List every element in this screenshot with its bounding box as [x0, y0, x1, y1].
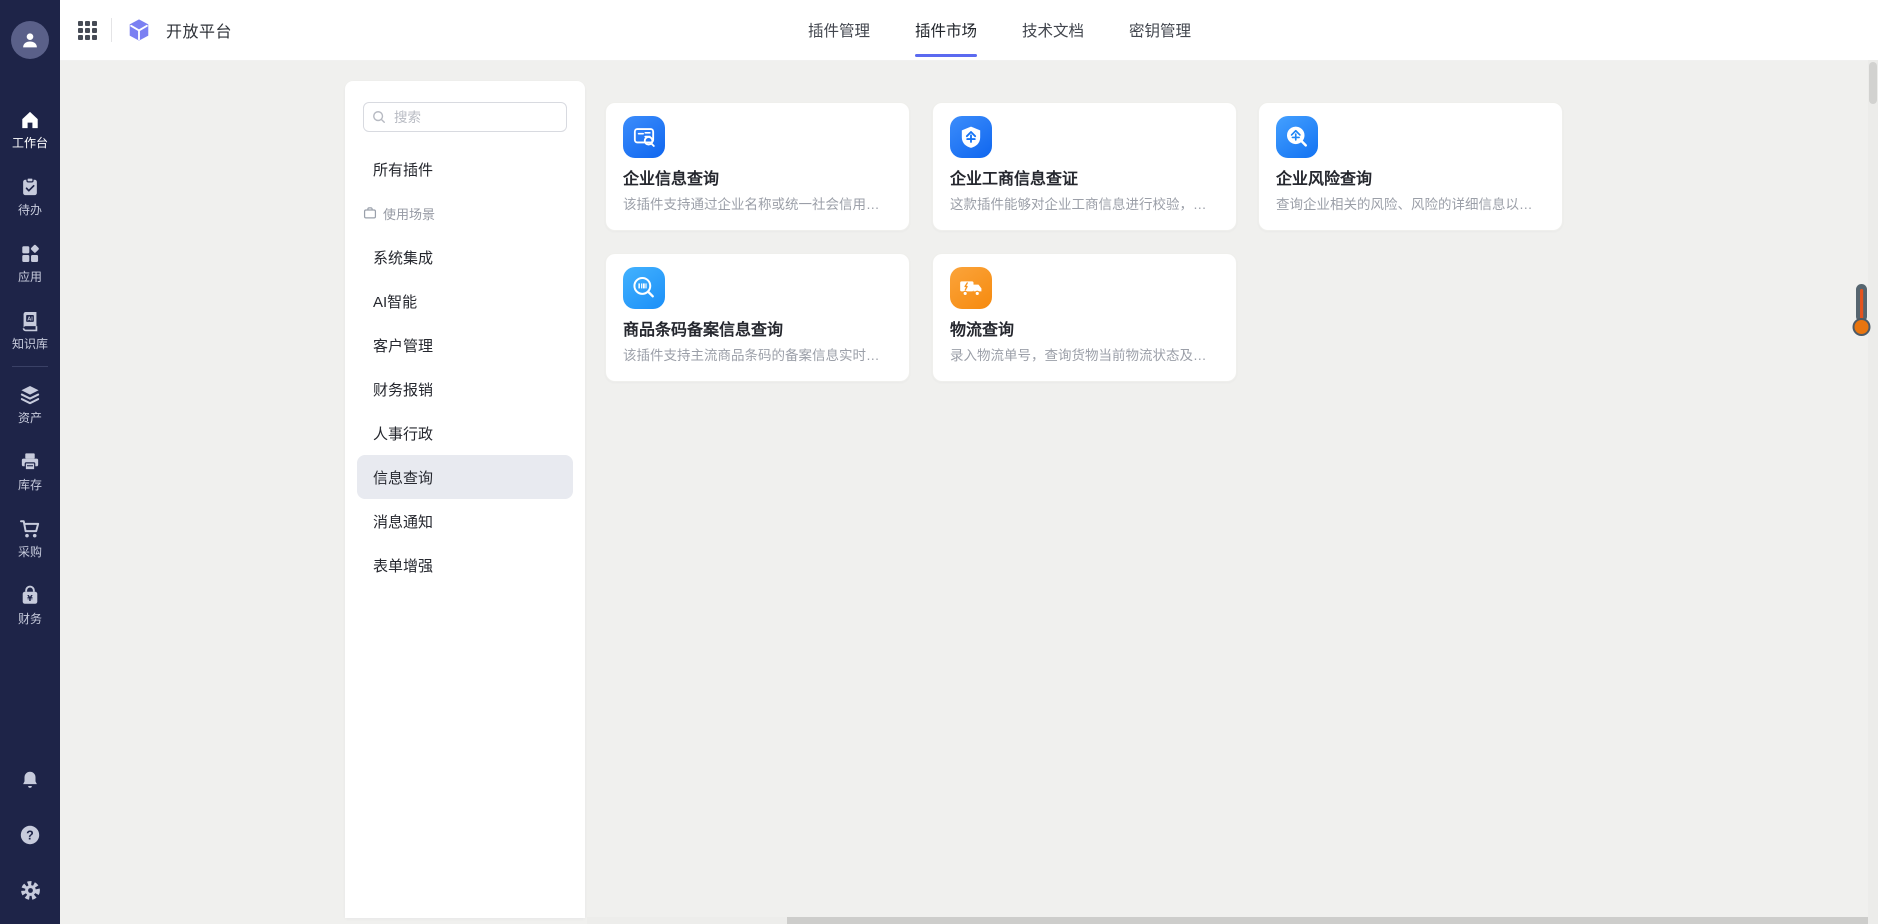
todo-clipboard-icon: [18, 175, 42, 199]
category-customer-management[interactable]: 客户管理: [357, 323, 573, 367]
avatar[interactable]: [11, 21, 49, 59]
plugin-card-enterprise-risk-query[interactable]: 企业风险查询 查询企业相关的风险、风险的详细信息以…: [1258, 102, 1563, 231]
bell-icon[interactable]: [19, 769, 41, 791]
rail-item-apps[interactable]: 应用: [0, 229, 60, 296]
plugin-title: 商品条码备案信息查询: [623, 316, 893, 340]
shield-enterprise-icon: [950, 116, 992, 158]
topbar: 开放平台 插件管理 插件市场 技术文档 密钥管理: [60, 0, 1878, 61]
plugin-title: 企业工商信息查证: [950, 165, 1220, 189]
assets-layers-icon: [18, 383, 42, 407]
rail-item-label: 财务: [18, 613, 42, 625]
home-icon: [18, 108, 42, 132]
horizontal-scrollbar-thumb[interactable]: [787, 917, 1868, 924]
plugin-description: 查询企业相关的风险、风险的详细信息以…: [1276, 193, 1548, 213]
top-tabs: 插件管理 插件市场 技术文档 密钥管理: [808, 0, 1191, 60]
inventory-printer-icon: [18, 450, 42, 474]
app-name: 开放平台: [166, 18, 232, 42]
rail-nav: 工作台 待办 应用 AI 知识库: [0, 95, 60, 638]
rail-item-finance[interactable]: ¥ 财务: [0, 571, 60, 638]
rail-item-label: 采购: [18, 546, 42, 558]
category-form-enhancement[interactable]: 表单增强: [357, 543, 573, 587]
procurement-cart-icon: [18, 517, 42, 541]
search-input[interactable]: [392, 109, 558, 126]
briefcase-icon: [363, 206, 377, 220]
category-system-integration[interactable]: 系统集成: [357, 235, 573, 279]
plugin-card-barcode-registration-query[interactable]: 商品条码备案信息查询 该插件支持主流商品条码的备案信息实时…: [605, 253, 910, 382]
rail-item-label: 资产: [18, 412, 42, 424]
rail-item-procurement[interactable]: 采购: [0, 504, 60, 571]
category-finance-reimbursement[interactable]: 财务报销: [357, 367, 573, 411]
plugin-title: 企业信息查询: [623, 165, 893, 189]
vertical-scrollbar-thumb[interactable]: [1869, 62, 1877, 104]
rail-divider: [12, 366, 48, 367]
help-icon[interactable]: ?: [18, 823, 42, 847]
rail-item-knowledge[interactable]: AI 知识库: [0, 296, 60, 363]
delivery-truck-icon: [950, 267, 992, 309]
barcode-search-icon: [623, 267, 665, 309]
rail-bottom: ?: [0, 769, 60, 924]
section-label: 使用场景: [383, 204, 435, 223]
plugin-market-page: 工作台 待办 应用 AI 知识库: [0, 0, 1878, 924]
rail-item-label: 待办: [18, 204, 42, 216]
category-hr-admin[interactable]: 人事行政: [357, 411, 573, 455]
magnifier-enterprise-icon: [1276, 116, 1318, 158]
topbar-divider: [111, 18, 112, 42]
svg-text:AI: AI: [27, 316, 33, 322]
plugin-card-business-registration-verify[interactable]: 企业工商信息查证 这款插件能够对企业工商信息进行校验，…: [932, 102, 1237, 231]
svg-text:?: ?: [26, 829, 34, 843]
app-rail: 工作台 待办 应用 AI 知识库: [0, 0, 60, 924]
svg-text:¥: ¥: [27, 593, 33, 603]
plugin-title: 物流查询: [950, 316, 1220, 340]
rail-item-label: 知识库: [12, 338, 48, 350]
section-usage-scenarios: 使用场景: [345, 191, 585, 235]
category-all-plugins[interactable]: 所有插件: [357, 147, 573, 191]
search-icon: [372, 110, 386, 124]
rail-item-label: 库存: [18, 479, 42, 491]
finance-bag-icon: ¥: [18, 584, 42, 608]
category-ai[interactable]: AI智能: [357, 279, 573, 323]
vertical-scrollbar-track[interactable]: [1868, 60, 1878, 924]
thermometer-widget-icon[interactable]: [1847, 281, 1877, 346]
rail-item-inventory[interactable]: 库存: [0, 437, 60, 504]
plugin-description: 该插件支持通过企业名称或统一社会信用…: [623, 193, 895, 213]
rail-item-assets[interactable]: 资产: [0, 370, 60, 437]
doc-search-icon: [623, 116, 665, 158]
apps-grid-icon: [18, 242, 42, 266]
rail-item-workbench[interactable]: 工作台: [0, 95, 60, 162]
plugin-card-enterprise-info-query[interactable]: 企业信息查询 该插件支持通过企业名称或统一社会信用…: [605, 102, 910, 231]
plugin-description: 该插件支持主流商品条码的备案信息实时…: [623, 344, 895, 364]
knowledge-book-icon: AI: [18, 309, 42, 333]
rail-item-label: 工作台: [12, 137, 48, 149]
user-icon: [19, 29, 41, 51]
rail-item-label: 应用: [18, 271, 42, 283]
gear-icon[interactable]: [19, 879, 42, 902]
tab-plugin-market[interactable]: 插件市场: [915, 0, 977, 60]
horizontal-scrollbar-track[interactable]: [587, 917, 1868, 924]
tab-key-management[interactable]: 密钥管理: [1129, 0, 1191, 60]
platform-logo-icon: [126, 17, 152, 43]
category-info-query[interactable]: 信息查询: [357, 455, 573, 499]
category-list: 所有插件 使用场景 系统集成 AI智能 客户管理 财务报销 人事行政 信息查询 …: [345, 147, 585, 587]
search-box[interactable]: [363, 102, 567, 132]
waffle-menu-icon[interactable]: [78, 21, 97, 40]
rail-item-todo[interactable]: 待办: [0, 162, 60, 229]
category-panel: 所有插件 使用场景 系统集成 AI智能 客户管理 财务报销 人事行政 信息查询 …: [345, 81, 585, 918]
tab-plugin-management[interactable]: 插件管理: [808, 0, 870, 60]
tab-tech-docs[interactable]: 技术文档: [1022, 0, 1084, 60]
plugin-card-logistics-query[interactable]: 物流查询 录入物流单号，查询货物当前物流状态及…: [932, 253, 1237, 382]
plugin-description: 这款插件能够对企业工商信息进行校验，…: [950, 193, 1222, 213]
plugin-description: 录入物流单号，查询货物当前物流状态及…: [950, 344, 1222, 364]
plugin-title: 企业风险查询: [1276, 165, 1546, 189]
category-message-notification[interactable]: 消息通知: [357, 499, 573, 543]
